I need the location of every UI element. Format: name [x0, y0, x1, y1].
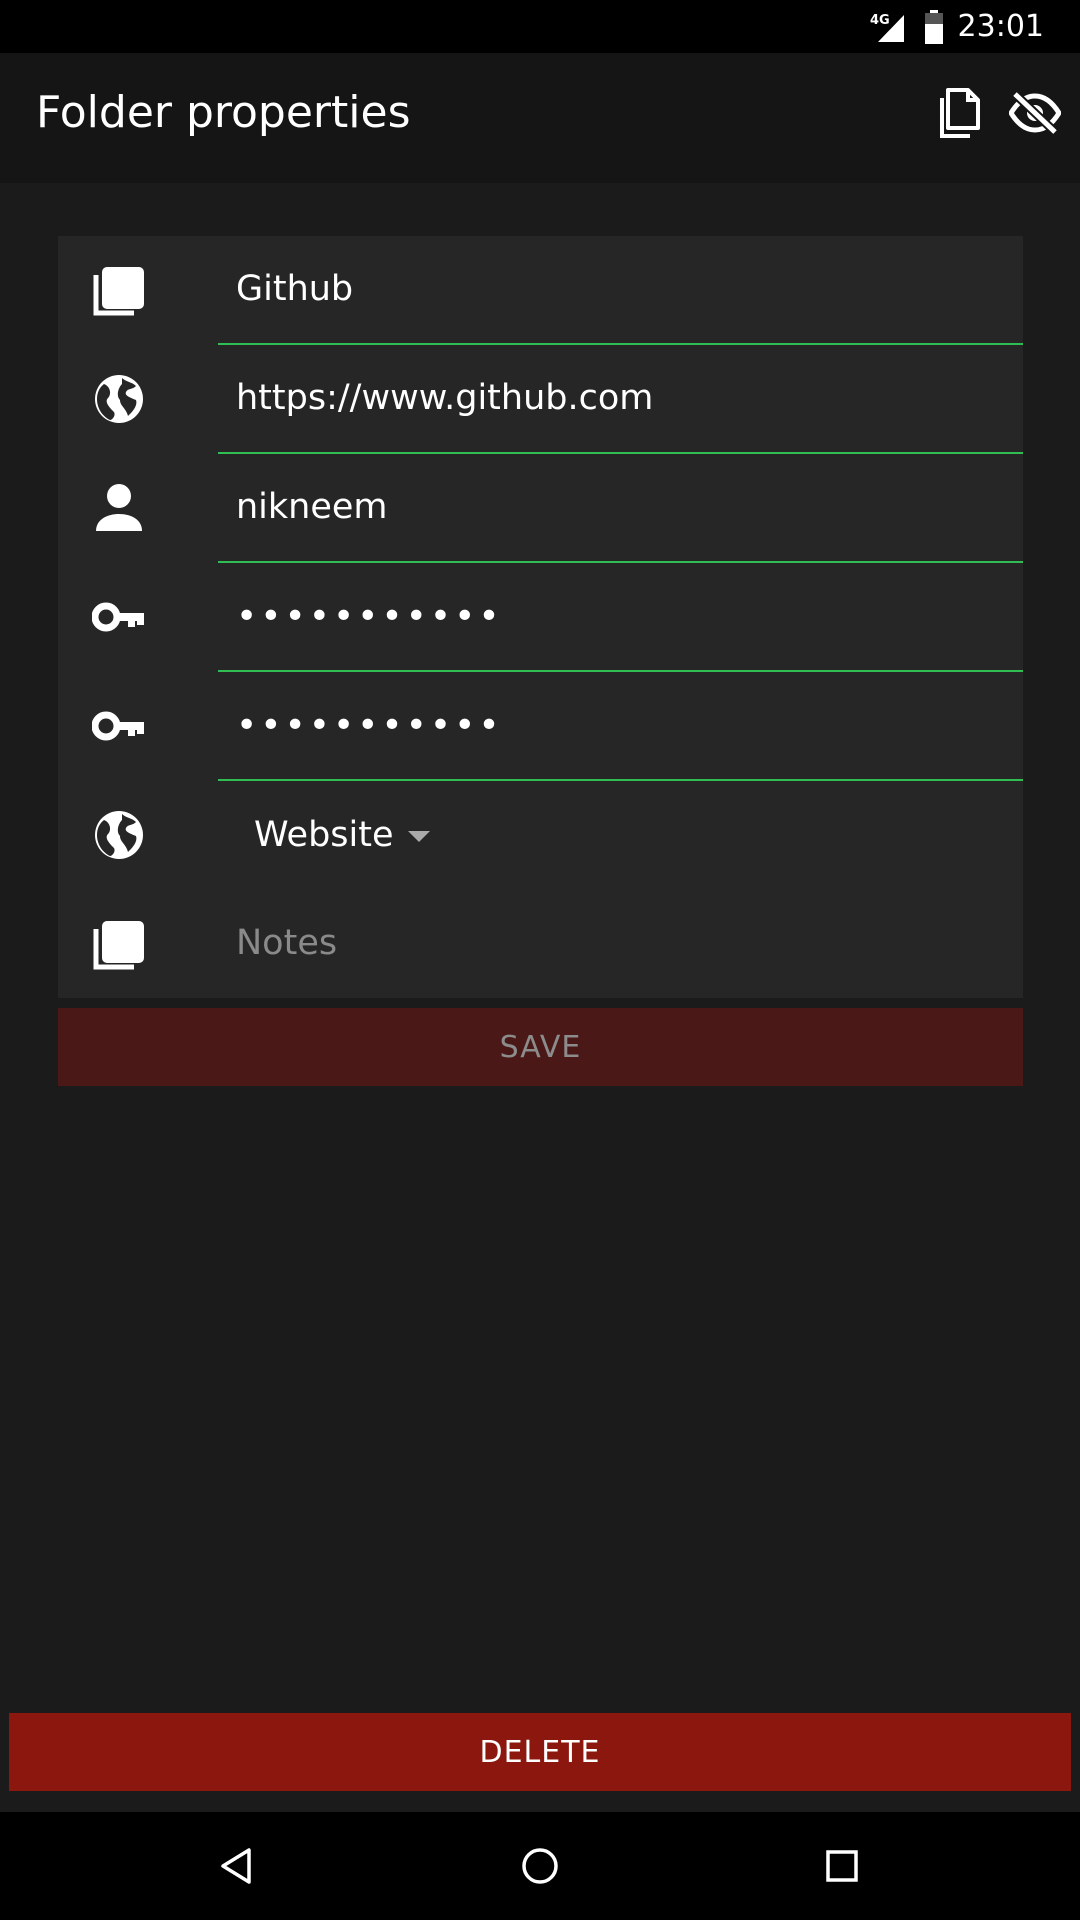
signal-4g-icon: 4G — [870, 13, 904, 42]
home-button[interactable] — [513, 1839, 567, 1893]
visibility-off-icon — [1009, 92, 1061, 134]
person-icon — [92, 481, 146, 535]
save-button[interactable]: SAVE — [58, 1008, 1023, 1086]
copy-button[interactable] — [932, 86, 986, 140]
battery-icon — [924, 9, 943, 44]
notes-icon — [92, 917, 146, 971]
delete-button[interactable]: DELETE — [9, 1713, 1071, 1791]
svg-text:4G: 4G — [870, 13, 890, 28]
back-icon — [221, 1848, 251, 1884]
recents-button[interactable] — [815, 1839, 869, 1893]
url-row: https://www.github.com — [58, 345, 1023, 454]
type-row: Website — [58, 781, 1023, 890]
globe-icon — [92, 372, 146, 426]
password-confirm-row: ••••••••••• — [58, 672, 1023, 781]
back-button[interactable] — [210, 1839, 264, 1893]
status-time: 23:01 — [957, 9, 1044, 44]
name-field[interactable]: Github — [218, 236, 1023, 345]
password-confirm-field[interactable]: ••••••••••• — [218, 672, 1023, 781]
chevron-down-icon — [407, 831, 430, 842]
home-icon — [522, 1848, 558, 1884]
notes-row: Notes — [58, 890, 1023, 999]
folder-icon — [92, 263, 146, 317]
toggle-visibility-button[interactable] — [1008, 86, 1062, 140]
globe-icon — [92, 808, 146, 862]
password-value: ••••••••••• — [236, 596, 503, 637]
page-title: Folder properties — [36, 87, 411, 138]
url-field[interactable]: https://www.github.com — [218, 345, 1023, 454]
type-field: Website — [218, 781, 1023, 888]
navigation-bar — [0, 1812, 1080, 1920]
password-row: ••••••••••• — [58, 563, 1023, 672]
key-icon — [92, 590, 146, 644]
username-field[interactable]: nikneem — [218, 454, 1023, 563]
recents-icon — [826, 1850, 858, 1882]
notes-placeholder: Notes — [236, 923, 338, 963]
username-row: nikneem — [58, 454, 1023, 563]
password-confirm-value: ••••••••••• — [236, 705, 503, 746]
username-value: nikneem — [236, 487, 388, 527]
name-row: Github — [58, 236, 1023, 345]
password-field[interactable]: ••••••••••• — [218, 563, 1023, 672]
app-bar: Folder properties — [0, 53, 1080, 183]
type-dropdown[interactable]: Website — [254, 781, 430, 888]
url-value: https://www.github.com — [236, 378, 654, 418]
type-selected-value: Website — [254, 814, 394, 855]
notes-field[interactable]: Notes — [218, 890, 1023, 997]
key-icon — [92, 699, 146, 753]
copy-icon — [940, 88, 980, 138]
folder-form: Github https://www.github.com nikneem ••… — [58, 236, 1023, 998]
name-value: Github — [236, 269, 354, 309]
status-bar: 4G 23:01 — [0, 0, 1080, 53]
